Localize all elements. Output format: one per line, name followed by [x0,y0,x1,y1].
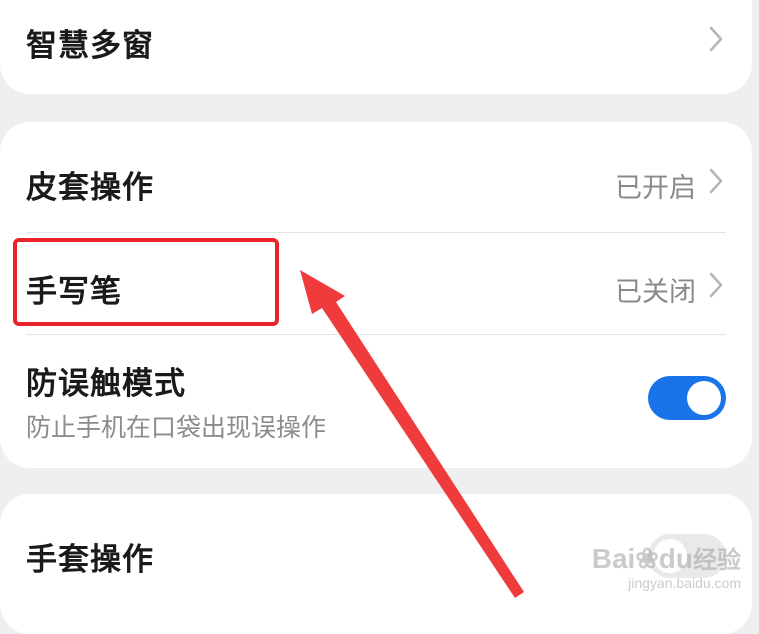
row-status-value: 已关闭 [615,277,696,308]
baidu-watermark: Bai❀du经验 jingyan.baidu.com [592,540,741,591]
row-title: 手套操作 [26,542,154,578]
divider [26,232,726,233]
chevron-right-icon [709,26,723,52]
watermark-brand: Bai [591,543,636,574]
anti-mistouch-toggle[interactable] [648,376,726,420]
row-title: 智慧多窗 [26,28,154,64]
watermark-brand-suffix: du [658,543,693,574]
row-smart-multiwindow[interactable]: 智慧多窗 [0,0,752,90]
chevron-right-icon [709,168,723,194]
row-status-value: 已开启 [615,173,696,204]
row-title: 防误触模式 [26,366,186,402]
row-cover-operation[interactable]: 皮套操作 已开启 [0,142,752,230]
chevron-right-icon [709,272,723,298]
divider [26,334,726,335]
row-title: 皮套操作 [26,170,154,206]
highlight-box [13,238,279,326]
toggle-knob [687,381,721,415]
watermark-url: jingyan.baidu.com [628,575,741,591]
watermark-cn: 经验 [693,547,741,574]
paw-icon: ❀ [635,543,659,574]
row-anti-mistouch[interactable]: 防误触模式 防止手机在口袋出现误操作 [0,336,752,456]
watermark-main: Bai❀du经验 [592,540,741,575]
settings-card-top: 智慧多窗 [0,0,752,94]
row-subtitle: 防止手机在口袋出现误操作 [26,413,327,442]
